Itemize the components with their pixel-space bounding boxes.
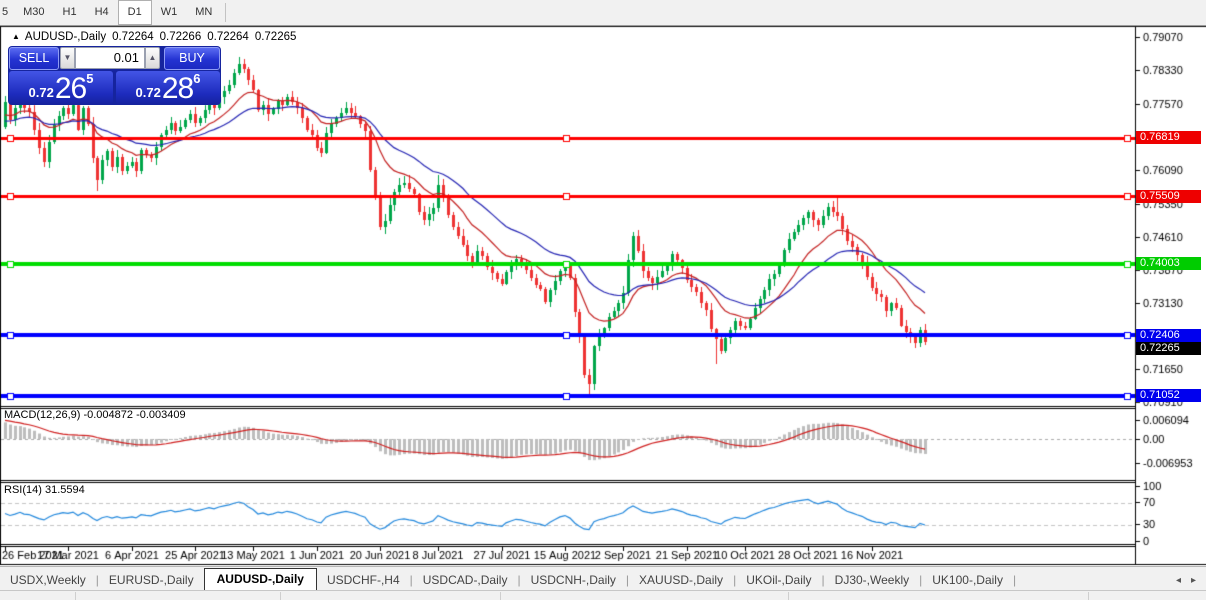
ohlc-open: 0.72264 (112, 31, 154, 43)
price-tag-0.74003: 0.74003 (1136, 257, 1201, 270)
volume-input[interactable]: 0.01 (75, 47, 145, 69)
chart-tab-audusd-daily[interactable]: AUDUSD-,Daily (203, 568, 317, 591)
timeframe-button-m30[interactable]: M30 (14, 0, 53, 25)
chart-tab-usdcad-daily[interactable]: USDCAD-,Daily (413, 570, 518, 591)
sell-price-big: 26 (54, 72, 87, 105)
timeframe-button-d1[interactable]: D1 (117, 0, 152, 25)
one-click-trade-panel: SELL ▼ 0.01 ▲ BUY 0.72 26 5 0.72 28 6 (8, 46, 221, 105)
sell-price-prefix: 0.72 (28, 85, 54, 100)
chart-tab-ukoil-daily[interactable]: UKOil-,Daily (736, 570, 821, 591)
macd-indicator-label: MACD(12,26,9) -0.004872 -0.003409 (4, 409, 186, 421)
collapse-triangle-icon[interactable]: ▲ (12, 32, 20, 41)
timeframe-button-w1[interactable]: W1 (152, 0, 187, 25)
chart-tab-eurusd-daily[interactable]: EURUSD-,Daily (99, 570, 204, 591)
symbol-label: AUDUSD-,Daily (24, 31, 107, 43)
sell-price-button[interactable]: 0.72 26 5 (9, 71, 113, 104)
chart-tab-usdchf-h4[interactable]: USDCHF-,H4 (317, 570, 410, 591)
buy-price-pip: 6 (193, 71, 201, 86)
tab-scroll-controls: ◂ ▸ (1176, 575, 1206, 591)
chart-title: ▲ AUDUSD-,Daily 0.72264 0.72266 0.72264 0.722… (12, 31, 296, 43)
tab-scroll-left-icon[interactable]: ◂ (1176, 575, 1181, 586)
price-tag-0.71052: 0.71052 (1136, 389, 1201, 402)
symbol-tab-bar: USDX,Weekly | EURUSD-,Daily AUDUSD-,Daily US… (0, 566, 1206, 591)
tab-scroll-right-icon[interactable]: ▸ (1191, 575, 1196, 586)
price-tag-0.72265: 0.72265 (1136, 342, 1201, 355)
rsi-indicator-label: RSI(14) 31.5594 (4, 484, 85, 496)
chart-tab-usdx-weekly[interactable]: USDX,Weekly (0, 570, 96, 591)
chart-tab-uk100-daily[interactable]: UK100-,Daily (922, 570, 1013, 591)
timeframe-button-h4[interactable]: H4 (86, 0, 118, 25)
buy-price-prefix: 0.72 (135, 85, 161, 100)
chevron-up-icon: ▲ (148, 53, 157, 62)
price-tag-0.72406: 0.72406 (1136, 329, 1201, 342)
chart-tab-usdcnh-daily[interactable]: USDCNH-,Daily (521, 570, 626, 591)
chart-tab-dj30-weekly[interactable]: DJ30-,Weekly (825, 570, 919, 591)
buy-button[interactable]: BUY (164, 47, 220, 70)
timeframe-button-5[interactable]: 5 (0, 0, 14, 25)
sell-button[interactable]: SELL (9, 47, 59, 70)
price-tag-0.76819: 0.76819 (1136, 131, 1201, 144)
timeframe-button-mn[interactable]: MN (186, 0, 221, 25)
chart-tab-xauusd-daily[interactable]: XAUUSD-,Daily (629, 570, 733, 591)
toolbar-separator (225, 3, 227, 22)
buy-price-big: 28 (161, 72, 194, 105)
price-tag-0.75509: 0.75509 (1136, 190, 1201, 203)
volume-decrease-button[interactable]: ▼ (60, 47, 75, 69)
volume-increase-button[interactable]: ▲ (145, 47, 160, 69)
ohlc-low: 0.72264 (207, 31, 249, 43)
chevron-down-icon: ▼ (63, 53, 72, 62)
buy-price-button[interactable]: 0.72 28 6 (116, 71, 220, 104)
sell-price-pip: 5 (86, 71, 94, 86)
timeframe-button-h1[interactable]: H1 (54, 0, 86, 25)
ohlc-high: 0.72266 (159, 31, 202, 43)
ohlc-close: 0.72265 (254, 31, 297, 43)
tab-separator: | (1012, 573, 1017, 587)
timeframe-toolbar: 5 M30 H1 H4 D1 W1 MN (0, 0, 1206, 26)
